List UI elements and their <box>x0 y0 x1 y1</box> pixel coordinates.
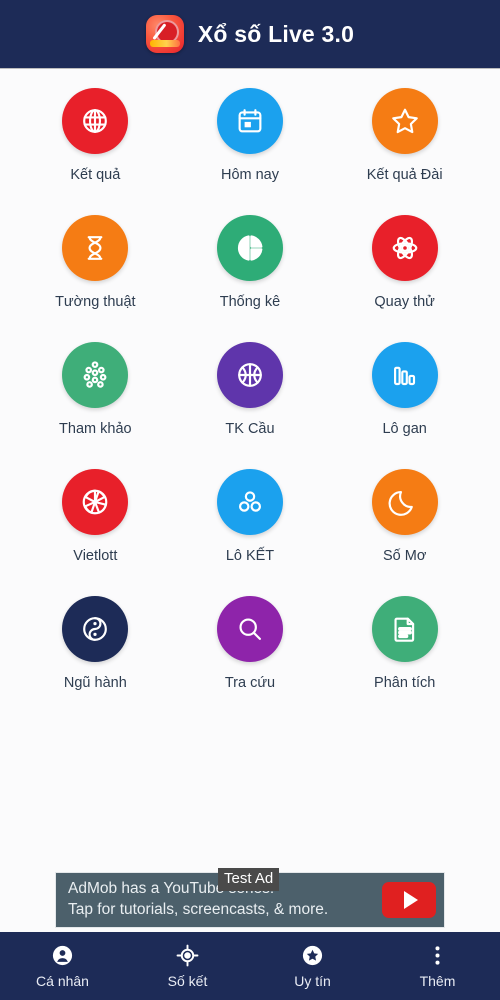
grid-tile-label: Quay thử <box>374 294 435 310</box>
magnifier-icon[interactable] <box>216 596 283 662</box>
grid-tile-hôm-nay[interactable]: Hôm nay <box>173 88 328 215</box>
three-dots-icon[interactable] <box>216 469 283 535</box>
grid-tile-label: Tra cứu <box>224 675 276 691</box>
grid-tile-label: Vietlott <box>73 548 118 564</box>
nav-item-label: Cá nhân <box>36 973 89 989</box>
grid-tile-label: Kết quả Đài <box>366 167 443 183</box>
grid-tile-label: Lô KẾT <box>225 548 275 564</box>
grid-tile-phân-tích[interactable]: Phân tích <box>327 596 482 723</box>
document-icon[interactable] <box>371 596 438 662</box>
grid-tile-label: Lô gan <box>382 421 427 437</box>
app-title: Xổ số Live 3.0 <box>197 20 355 47</box>
grid-tile-label: Phân tích <box>374 675 436 691</box>
grid-tile-label: Thống kê <box>219 294 281 310</box>
person-icon <box>51 943 74 967</box>
basketball-icon[interactable] <box>216 342 283 408</box>
grid-tile-vietlott[interactable]: Vietlott <box>18 469 173 596</box>
grid-tile-label: Tham khảo <box>59 421 132 437</box>
nav-item-thêm[interactable]: Thêm <box>375 943 500 989</box>
globe-icon[interactable] <box>62 88 129 154</box>
grid-tile-tường-thuật[interactable]: Tường thuật <box>18 215 173 342</box>
grid-tile-lô-kết[interactable]: Lô KẾT <box>173 469 328 596</box>
grid-tile-label: Số Mơ <box>382 548 427 564</box>
ad-text-block: AdMob has a YouTube series! Tap for tuto… <box>68 879 328 921</box>
grid-tile-số-mơ[interactable]: Số Mơ <box>327 469 482 596</box>
hourglass-icon[interactable] <box>62 215 129 281</box>
nav-item-label: Thêm <box>419 973 456 989</box>
nav-item-cá-nhân[interactable]: Cá nhân <box>0 943 125 989</box>
dot-grid-icon[interactable] <box>62 342 129 408</box>
grid-tile-label: TK Cầu <box>225 421 275 437</box>
app-logo-icon <box>145 15 184 53</box>
nav-item-label: Số kết <box>167 973 208 989</box>
nav-item-uy-tín[interactable]: Uy tín <box>250 943 375 989</box>
ad-line-1: AdMob has a YouTube series! <box>68 880 275 898</box>
pie-chart-icon[interactable] <box>216 215 283 281</box>
calendar-icon[interactable] <box>216 88 283 154</box>
grid-tile-quay-thử[interactable]: Quay thử <box>327 215 482 342</box>
beachball-icon[interactable] <box>62 469 129 535</box>
star-icon[interactable] <box>371 88 438 154</box>
grid-tile-kết-quả-đài[interactable]: Kết quả Đài <box>327 88 482 215</box>
star-badge-icon <box>301 943 324 967</box>
grid-tile-label: Ngũ hành <box>63 675 127 691</box>
grid-tile-label: Tường thuật <box>55 294 136 310</box>
grid-tile-ngũ-hành[interactable]: Ngũ hành <box>18 596 173 723</box>
nav-item-số-kết[interactable]: Số kết <box>125 943 250 989</box>
nav-item-label: Uy tín <box>294 973 331 989</box>
atom-icon[interactable] <box>371 215 438 281</box>
moon-icon[interactable] <box>371 469 438 535</box>
grid-tile-tk-cầu[interactable]: TK Cầu <box>173 342 328 469</box>
grid-tile-thống-kê[interactable]: Thống kê <box>173 215 328 342</box>
bottom-navigation: Cá nhân Số kết Uy tín Thêm <box>0 932 500 1000</box>
grid-tile-kết-quả[interactable]: Kết quả <box>18 88 173 215</box>
ad-line-2: Tap for tutorials, screencasts, & more. <box>68 901 329 918</box>
target-icon <box>176 943 199 967</box>
yin-yang-icon[interactable] <box>62 596 129 662</box>
feature-grid: Kết quả Hôm nay Kết quả Đài Tường thuật Thốn… <box>0 68 500 1000</box>
youtube-play-icon[interactable] <box>382 882 436 918</box>
app-root: Xổ số Live 3.0 Kết quả Hôm nay Kết quả Đài… <box>0 0 500 1000</box>
bar-chart-icon[interactable] <box>371 342 438 408</box>
app-header: Xổ số Live 3.0 <box>0 0 500 68</box>
grid-tile-lô-gan[interactable]: Lô gan <box>327 342 482 469</box>
grid-tile-tham-khảo[interactable]: Tham khảo <box>18 342 173 469</box>
grid-tile-label: Kết quả <box>70 167 121 183</box>
grid-tile-tra-cứu[interactable]: Tra cứu <box>173 596 328 723</box>
grid-tile-label: Hôm nay <box>220 167 279 183</box>
test-ad-badge: Test Ad <box>218 868 280 891</box>
overflow-menu-icon <box>426 943 449 967</box>
